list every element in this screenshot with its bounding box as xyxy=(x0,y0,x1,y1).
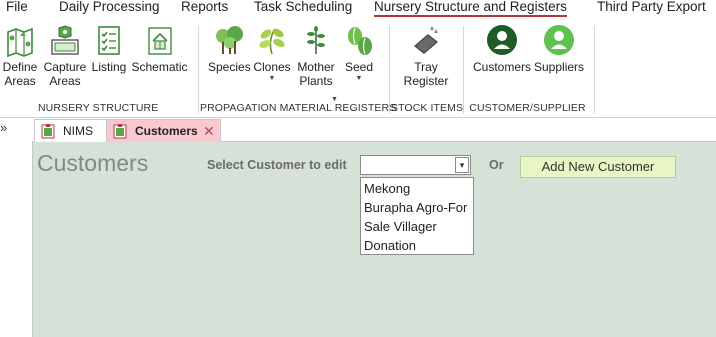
tab-nims[interactable]: NIMS xyxy=(34,119,107,142)
tray-register-label-2: Register xyxy=(403,74,449,88)
group-separator xyxy=(389,26,390,114)
seed-icon xyxy=(348,27,372,55)
clones-button[interactable]: Clones ▼ xyxy=(253,24,291,83)
plant-sprout-icon xyxy=(307,26,325,54)
leaves-icon xyxy=(259,28,285,55)
mother-plants-label-1: Mother xyxy=(297,60,335,74)
tray-icon xyxy=(414,26,438,54)
navigation-pane-collapsed: » xyxy=(0,118,33,337)
customer-dropdown-list: Mekong Burapha Agro-For Sale Villager Do… xyxy=(360,177,474,255)
house-schematic-icon xyxy=(147,27,172,55)
capture-areas-button[interactable]: Capture Areas xyxy=(43,24,87,88)
form-icon xyxy=(41,124,55,139)
tab-customers[interactable]: Customers ✕ xyxy=(106,119,221,142)
suppliers-button[interactable]: Suppliers xyxy=(534,24,584,74)
menu-daily-processing[interactable]: Daily Processing xyxy=(59,0,160,14)
capture-areas-icon xyxy=(51,25,79,55)
group-separator xyxy=(594,26,595,114)
species-button[interactable]: Species xyxy=(208,24,251,74)
form-icon xyxy=(113,124,127,139)
mother-plants-button[interactable]: Mother Plants ▼ xyxy=(295,24,338,103)
menu-file[interactable]: File xyxy=(6,0,28,14)
chevron-down-icon[interactable]: ▾ xyxy=(455,157,469,173)
map-pin-icon xyxy=(7,27,33,58)
species-label: Species xyxy=(208,60,251,74)
menu-third-party-export[interactable]: Third Party Export xyxy=(597,0,706,14)
group-label-propagation: PROPAGATION MATERIAL REGISTERS xyxy=(200,102,397,114)
tab-nims-label: NIMS xyxy=(63,124,93,138)
trees-icon xyxy=(216,26,243,54)
expand-nav-icon[interactable]: » xyxy=(0,120,7,135)
ribbon: Define Areas Capture Areas Listing Schem… xyxy=(0,18,716,117)
define-areas-label-1: Define xyxy=(2,60,38,74)
seed-label: Seed xyxy=(344,60,374,74)
define-areas-label-2: Areas xyxy=(4,74,36,88)
customer-user-icon xyxy=(487,25,517,55)
schematic-button[interactable]: Schematic xyxy=(131,24,188,74)
mother-plants-label-2: Plants xyxy=(299,74,333,88)
group-separator xyxy=(463,26,464,114)
clones-label: Clones xyxy=(253,60,291,74)
menu-reports[interactable]: Reports xyxy=(181,0,228,14)
menu-task-scheduling[interactable]: Task Scheduling xyxy=(254,0,352,14)
select-customer-label: Select Customer to edit xyxy=(207,158,347,172)
seed-dropdown-caret: ▼ xyxy=(355,75,363,82)
seed-button[interactable]: Seed ▼ xyxy=(342,24,376,83)
define-areas-button[interactable]: Define Areas xyxy=(2,24,38,88)
tab-customers-label: Customers xyxy=(135,124,198,138)
tray-register-label-1: Tray xyxy=(414,60,438,74)
close-icon[interactable]: ✕ xyxy=(203,120,215,142)
customers-form: Customers Select Customer to edit ▾ Or A… xyxy=(33,142,716,337)
document-tab-bar: NIMS Customers ✕ xyxy=(32,118,716,142)
group-label-stock-items: STOCK ITEMS xyxy=(391,102,464,114)
tray-register-button[interactable]: Tray Register xyxy=(402,24,450,88)
menu-bar: File Daily Processing Reports Task Sched… xyxy=(0,0,716,18)
capture-areas-label-2: Areas xyxy=(49,74,81,88)
dropdown-option[interactable]: Sale Villager xyxy=(364,219,437,234)
schematic-label: Schematic xyxy=(131,60,188,74)
clones-dropdown-caret: ▼ xyxy=(268,75,276,82)
page-title: Customers xyxy=(37,150,149,176)
add-new-customer-button[interactable]: Add New Customer xyxy=(520,156,676,178)
customers-label: Customers xyxy=(472,60,531,74)
dropdown-option[interactable]: Donation xyxy=(364,238,416,253)
dropdown-option[interactable]: Mekong xyxy=(364,181,410,196)
supplier-user-icon xyxy=(544,25,574,55)
menu-nursery-structure[interactable]: Nursery Structure and Registers xyxy=(374,0,567,17)
capture-areas-label-1: Capture xyxy=(43,60,87,74)
or-label: Or xyxy=(489,158,504,172)
checklist-icon xyxy=(98,26,120,55)
listing-label: Listing xyxy=(91,60,127,74)
group-label-nursery-structure: NURSERY STRUCTURE xyxy=(38,102,159,114)
group-label-customer-supplier: CUSTOMER/SUPPLIER xyxy=(469,102,586,114)
customers-button[interactable]: Customers xyxy=(472,24,532,74)
customer-select[interactable]: ▾ xyxy=(360,155,471,175)
suppliers-label: Suppliers xyxy=(534,60,585,74)
dropdown-option[interactable]: Burapha Agro-For xyxy=(364,200,467,215)
listing-button[interactable]: Listing xyxy=(91,24,127,74)
group-separator xyxy=(198,26,199,114)
